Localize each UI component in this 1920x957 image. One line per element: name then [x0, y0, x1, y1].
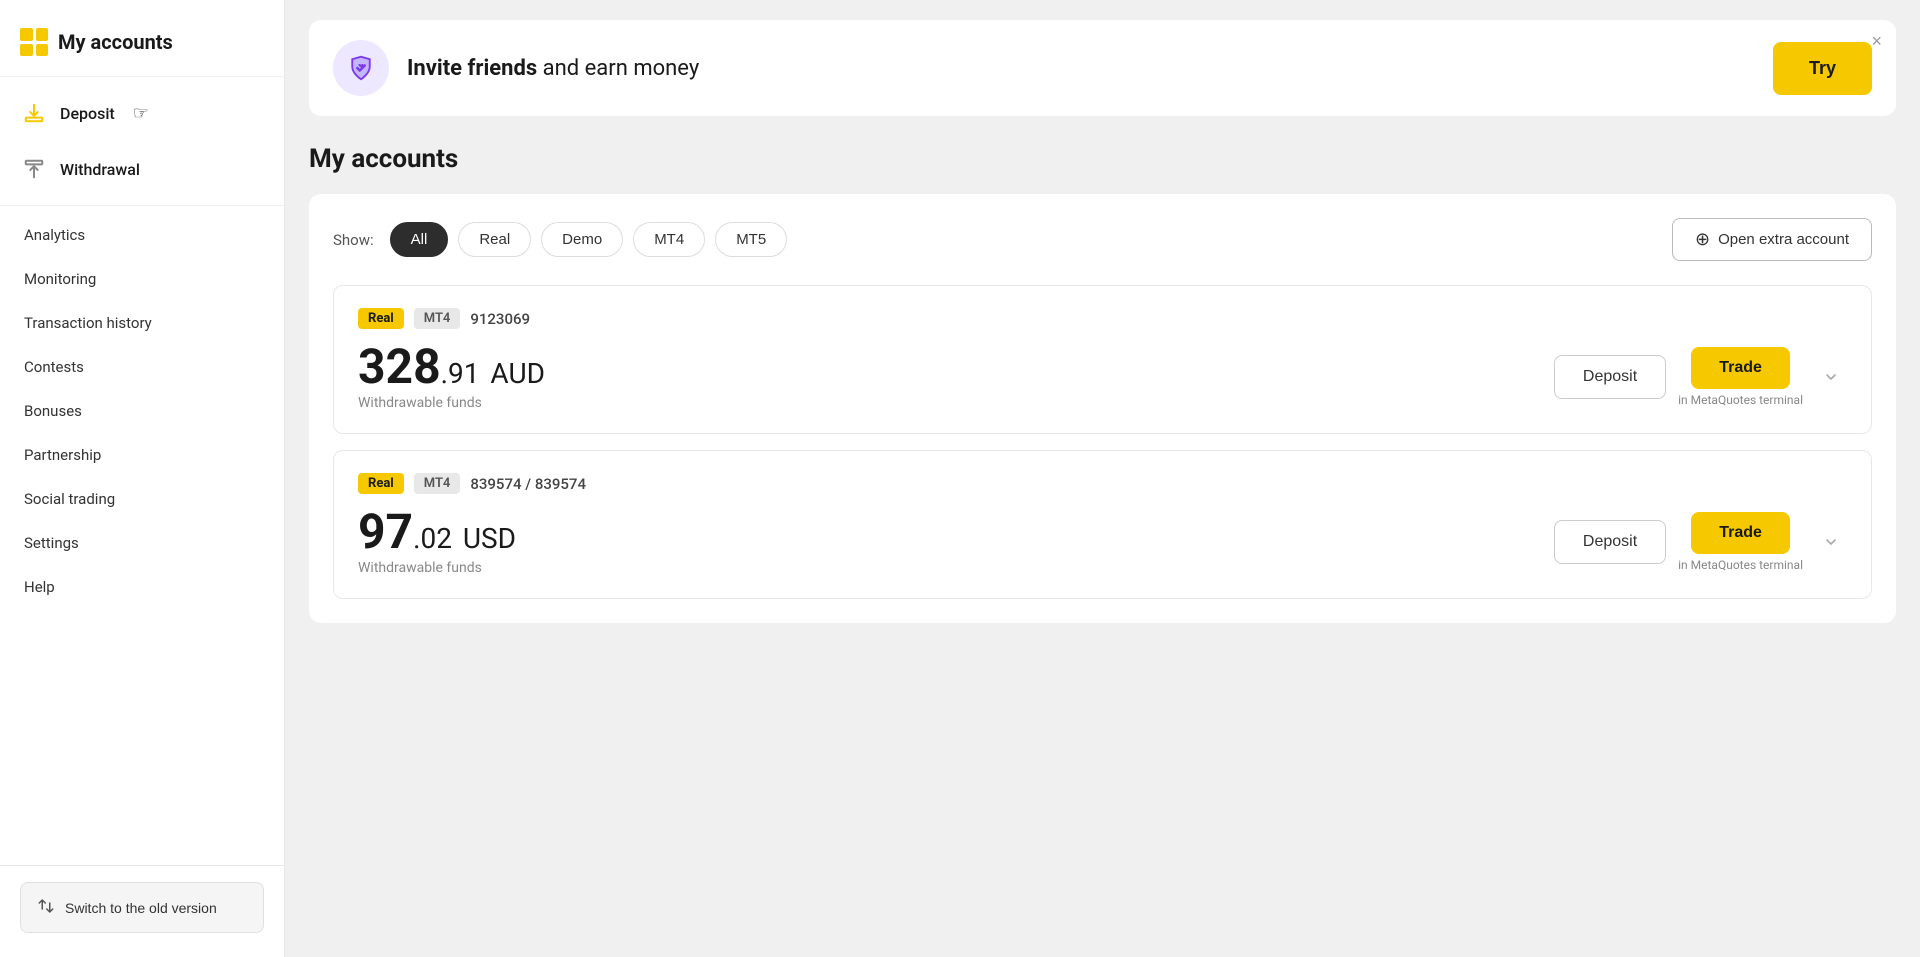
- show-label: Show:: [333, 231, 374, 249]
- account-balance: 97.02 USD Withdrawable funds: [358, 508, 516, 576]
- balance-row: 328.91 AUD: [358, 343, 545, 391]
- filter-btn-real[interactable]: Real: [458, 222, 531, 257]
- filter-btn-demo[interactable]: Demo: [541, 222, 623, 257]
- sidebar-item-partnership[interactable]: Partnership: [20, 434, 264, 476]
- account-card-account-1: Real MT4 9123069 328.91 AUD Withdrawable…: [333, 285, 1872, 434]
- account-actions: Deposit Trade in MetaQuotes terminal: [1554, 512, 1847, 572]
- deposit-nav-item[interactable]: Deposit ☞: [20, 85, 264, 141]
- expand-chevron-button[interactable]: [1815, 361, 1847, 393]
- invite-banner: Invite friends and earn money Try ×: [309, 20, 1896, 116]
- filter-btn-mt5[interactable]: MT5: [715, 222, 787, 257]
- account-cards: Real MT4 9123069 328.91 AUD Withdrawable…: [333, 285, 1872, 599]
- heart-shield-icon: [346, 53, 376, 83]
- badge-real: Real: [358, 308, 404, 329]
- account-card-account-2: Real MT4 839574 / 839574 97.02 USD Withd…: [333, 450, 1872, 599]
- sidebar-item-settings[interactable]: Settings: [20, 522, 264, 564]
- banner-text: Invite friends and earn money: [407, 56, 1755, 81]
- switch-version-button[interactable]: Switch to the old version: [20, 882, 264, 933]
- withdrawal-icon: [20, 155, 48, 183]
- banner-close-button[interactable]: ×: [1871, 32, 1882, 50]
- withdrawable-funds-label: Withdrawable funds: [358, 560, 516, 576]
- account-card-body: 328.91 AUD Withdrawable funds Deposit Tr…: [358, 343, 1847, 411]
- cursor-hand-icon: ☞: [133, 103, 149, 124]
- open-extra-account-button[interactable]: ⊕ Open extra account: [1672, 218, 1872, 261]
- banner-try-button[interactable]: Try: [1773, 42, 1872, 95]
- sidebar-my-accounts-label: My accounts: [58, 30, 173, 54]
- filter-btn-all[interactable]: All: [390, 222, 449, 257]
- account-number: 9123069: [470, 310, 530, 328]
- plus-icon: ⊕: [1695, 229, 1710, 250]
- sidebar-item-contests[interactable]: Contests: [20, 346, 264, 388]
- expand-chevron-button[interactable]: [1815, 526, 1847, 558]
- main-content: Invite friends and earn money Try × My a…: [285, 0, 1920, 957]
- trade-section: Trade in MetaQuotes terminal: [1678, 347, 1803, 407]
- trade-section: Trade in MetaQuotes terminal: [1678, 512, 1803, 572]
- badge-real: Real: [358, 473, 404, 494]
- deposit-button[interactable]: Deposit: [1554, 355, 1666, 399]
- account-card-header: Real MT4 9123069: [358, 308, 1847, 329]
- withdrawal-nav-item[interactable]: Withdrawal: [20, 141, 264, 197]
- sidebar-item-social-trading[interactable]: Social trading: [20, 478, 264, 520]
- balance-row: 97.02 USD: [358, 508, 516, 556]
- account-balance: 328.91 AUD Withdrawable funds: [358, 343, 545, 411]
- deposit-icon: [20, 99, 48, 127]
- filter-buttons: All Real Demo MT4 MT5: [390, 222, 788, 257]
- page-title: My accounts: [309, 144, 1896, 174]
- balance-decimal: .02: [413, 522, 452, 555]
- my-accounts-icon: [20, 28, 48, 56]
- account-number: 839574 / 839574: [470, 475, 586, 493]
- balance-currency: AUD: [483, 357, 545, 390]
- sidebar-item-analytics[interactable]: Analytics: [20, 214, 264, 256]
- accounts-panel: Show: All Real Demo MT4 MT5 ⊕ Open extra acc…: [309, 194, 1896, 623]
- sidebar-item-monitoring[interactable]: Monitoring: [20, 258, 264, 300]
- sidebar-my-accounts[interactable]: My accounts: [20, 18, 264, 66]
- banner-title-bold: Invite friends: [407, 56, 537, 81]
- balance-main: 97.02: [358, 508, 452, 556]
- open-extra-account-label: Open extra account: [1718, 231, 1849, 248]
- sidebar: My accounts Deposit ☞ Withdrawal Analyti…: [0, 0, 285, 957]
- switch-version-label: Switch to the old version: [65, 900, 217, 916]
- badge-mt4: MT4: [414, 473, 461, 494]
- switch-icon: [37, 897, 55, 918]
- sidebar-item-bonuses[interactable]: Bonuses: [20, 390, 264, 432]
- filter-row: Show: All Real Demo MT4 MT5 ⊕ Open extra acc…: [333, 218, 1872, 261]
- sidebar-actions: Deposit ☞ Withdrawal: [0, 77, 284, 206]
- banner-icon-wrapper: [333, 40, 389, 96]
- balance-decimal: .91: [441, 357, 480, 390]
- sidebar-nav: AnalyticsMonitoringTransaction historyCo…: [0, 206, 284, 865]
- badge-mt4: MT4: [414, 308, 461, 329]
- banner-title-normal: and earn money: [537, 56, 699, 81]
- balance-main: 328.91: [358, 343, 479, 391]
- sidebar-item-help[interactable]: Help: [20, 566, 264, 608]
- account-actions: Deposit Trade in MetaQuotes terminal: [1554, 347, 1847, 407]
- withdrawable-funds-label: Withdrawable funds: [358, 395, 545, 411]
- trade-meta: in MetaQuotes terminal: [1678, 558, 1803, 572]
- deposit-button[interactable]: Deposit: [1554, 520, 1666, 564]
- account-card-body: 97.02 USD Withdrawable funds Deposit Tra…: [358, 508, 1847, 576]
- account-card-header: Real MT4 839574 / 839574: [358, 473, 1847, 494]
- trade-button[interactable]: Trade: [1691, 512, 1790, 554]
- filter-btn-mt4[interactable]: MT4: [633, 222, 705, 257]
- balance-currency: USD: [456, 522, 516, 555]
- trade-button[interactable]: Trade: [1691, 347, 1790, 389]
- withdrawal-nav-label: Withdrawal: [60, 160, 140, 179]
- trade-meta: in MetaQuotes terminal: [1678, 393, 1803, 407]
- sidebar-item-transaction-history[interactable]: Transaction history: [20, 302, 264, 344]
- sidebar-bottom: Switch to the old version: [0, 865, 284, 957]
- deposit-nav-label: Deposit: [60, 104, 115, 123]
